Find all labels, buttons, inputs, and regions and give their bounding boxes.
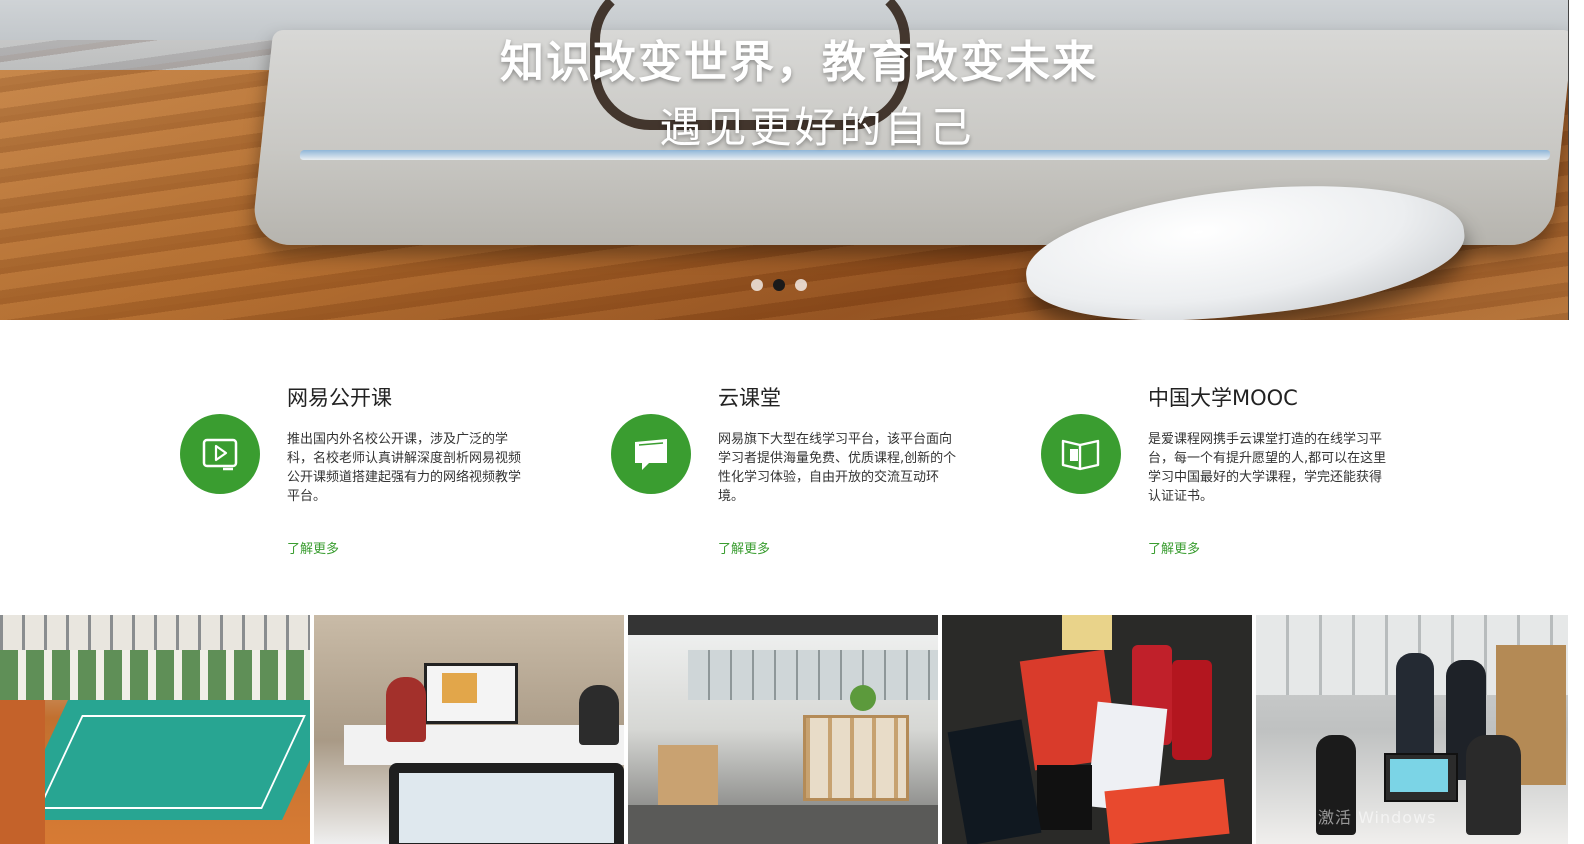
hero-subline: 遇见更好的自己 bbox=[659, 103, 975, 152]
carousel-dot-2[interactable] bbox=[773, 279, 785, 291]
carousel-dot-3[interactable] bbox=[795, 279, 807, 291]
feature-description: 推出国内外名校公开课，涉及广泛的学科，名校老师认真讲解深度剖析网易视频公开课频道… bbox=[287, 432, 522, 504]
sports-hall-photo[interactable] bbox=[0, 615, 310, 844]
feature-title: 中国大学MOOC bbox=[1148, 386, 1298, 410]
feature-icon-circle bbox=[1041, 414, 1121, 494]
feature-icon-circle bbox=[180, 414, 260, 494]
feature-icon-circle bbox=[611, 414, 691, 494]
hero-headline: 知识改变世界，教育改变未来 bbox=[500, 37, 1098, 88]
learn-more-link[interactable]: 了解更多 bbox=[1148, 538, 1200, 557]
learn-more-link[interactable]: 了解更多 bbox=[718, 538, 770, 557]
book-reader-icon bbox=[1061, 439, 1100, 471]
meeting-room-photo[interactable] bbox=[314, 615, 624, 844]
office-lobby-photo[interactable] bbox=[628, 615, 938, 844]
feature-open-course: 网易公开课 推出国内外名校公开课，涉及广泛的学科，名校老师认真讲解深度剖析网易视… bbox=[180, 380, 580, 570]
snacks-photo[interactable] bbox=[942, 615, 1252, 844]
hero-banner: 知识改变世界，教育改变未来 遇见更好的自己 bbox=[0, 0, 1569, 320]
feature-description: 网易旗下大型在线学习平台，该平台面向学习者提供海量免费、优质课程,创新的个性化学… bbox=[718, 432, 957, 504]
feature-china-mooc: 中国大学MOOC 是爱课程网携手云课堂打造的在线学习平台，每一个有提升愿望的人,… bbox=[1041, 380, 1441, 570]
carousel-dot-1[interactable] bbox=[751, 279, 763, 291]
feature-cloud-classroom: 云课堂 网易旗下大型在线学习平台，该平台面向学习者提供海量免费、优质课程,创新的… bbox=[611, 380, 1011, 570]
feature-title: 网易公开课 bbox=[287, 386, 392, 410]
carousel-indicators bbox=[751, 279, 807, 291]
os-activation-watermark: 激活 Windows bbox=[1318, 808, 1437, 827]
feature-description: 是爱课程网携手云课堂打造的在线学习平台，每一个有提升愿望的人,都可以在这里学习中… bbox=[1148, 432, 1387, 504]
feature-title: 云课堂 bbox=[718, 386, 781, 410]
learn-more-link[interactable]: 了解更多 bbox=[287, 538, 339, 557]
open-book-icon bbox=[635, 439, 667, 470]
play-video-icon bbox=[202, 438, 238, 471]
